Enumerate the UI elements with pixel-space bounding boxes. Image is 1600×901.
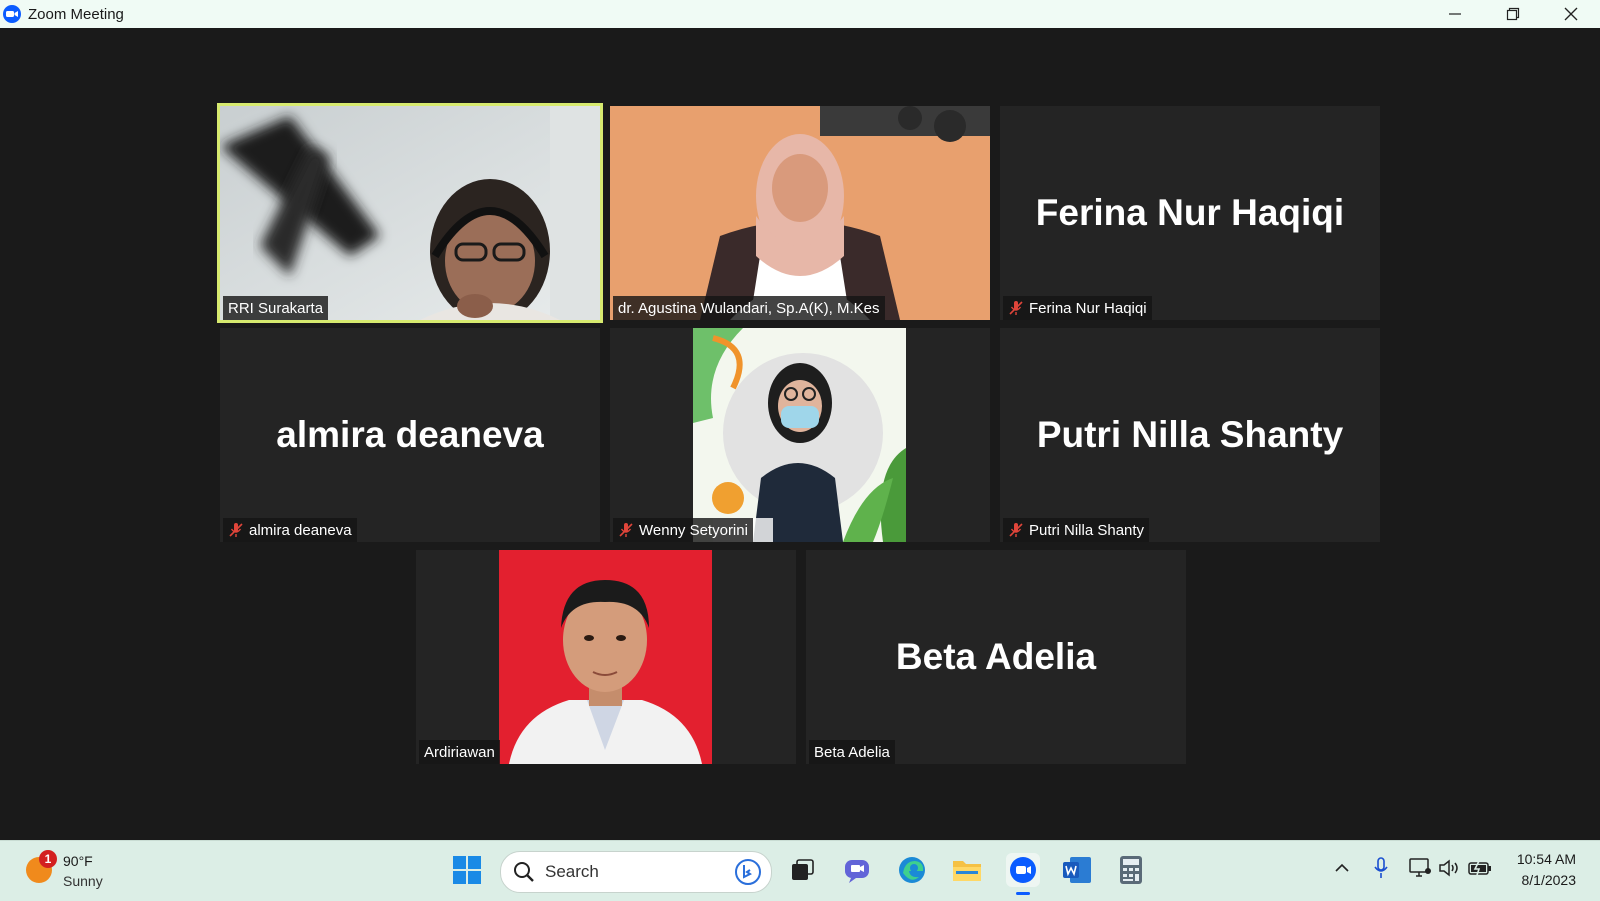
zoom-logo-icon	[3, 5, 21, 23]
participant-tile[interactable]: Ardiriawan	[416, 550, 796, 764]
task-view-button[interactable]	[785, 853, 819, 887]
battery-tray-button[interactable]	[1467, 855, 1493, 881]
zoom-icon	[1010, 857, 1036, 883]
clock-date: 8/1/2023	[1521, 872, 1577, 888]
participant-display-name: Ferina Nur Haqiqi	[1035, 192, 1345, 233]
participant-name: almira deaneva	[249, 521, 352, 539]
restore-icon	[1506, 7, 1520, 21]
search-icon	[514, 862, 534, 882]
mic-muted-icon	[619, 523, 633, 537]
participant-name: Beta Adelia	[814, 743, 890, 761]
participant-name: Putri Nilla Shanty	[1029, 521, 1145, 539]
microphone-icon	[1374, 857, 1388, 878]
zoom-taskbar-button[interactable]	[1006, 853, 1040, 895]
search-placeholder: Search	[545, 862, 599, 881]
network-tray-button[interactable]	[1407, 855, 1433, 881]
mic-muted-icon	[229, 523, 243, 537]
calculator-icon	[1120, 856, 1142, 884]
show-hidden-icons-button[interactable]	[1329, 855, 1355, 881]
gallery-view: RRI Surakarta dr. Agustina Wulandari, Sp…	[0, 28, 1600, 840]
edge-icon	[899, 857, 925, 883]
notification-badge: 1	[39, 850, 57, 868]
participant-tile[interactable]: RRI Surakarta	[220, 106, 600, 320]
mic-muted-icon	[1009, 523, 1023, 537]
participant-name-label: Wenny Setyorini	[613, 518, 753, 542]
system-clock[interactable]: 10:54 AM 8/1/2023	[1517, 849, 1576, 891]
file-explorer-icon	[953, 861, 981, 881]
participant-display-name: almira deaneva	[276, 414, 544, 455]
weather-widget[interactable]: 1 90°F Sunny	[24, 849, 134, 893]
participant-display-name: Putri Nilla Shanty	[1036, 414, 1344, 455]
word-icon	[1063, 857, 1091, 883]
participant-name-label: almira deaneva	[223, 518, 357, 542]
window-titlebar: Zoom Meeting	[0, 0, 1600, 28]
speaker-icon	[1439, 859, 1458, 877]
participant-name-label: RRI Surakarta	[223, 296, 329, 320]
word-button[interactable]	[1060, 853, 1094, 887]
participant-name-label: Putri Nilla Shanty	[1003, 518, 1150, 542]
participant-name-label: Ferina Nur Haqiqi	[1003, 296, 1152, 320]
profile-picture	[693, 328, 906, 542]
video-feed	[610, 106, 990, 320]
participant-name: Ardiriawan	[424, 743, 495, 761]
participant-name: dr. Agustina Wulandari, Sp.A(K), M.Kes	[618, 299, 880, 317]
participant-name-label: dr. Agustina Wulandari, Sp.A(K), M.Kes	[613, 296, 885, 320]
video-feed	[220, 106, 600, 320]
participant-tile[interactable]: almira deaneva almira deaneva	[220, 328, 600, 542]
chevron-up-icon	[1335, 863, 1349, 872]
close-icon	[1564, 7, 1578, 21]
windows-taskbar: 1 90°F Sunny Search 10:54 AM 8/1/2023	[0, 840, 1600, 901]
bing-icon[interactable]	[735, 859, 761, 885]
participant-name-label: Beta Adelia	[809, 740, 895, 764]
weather-condition: Sunny	[63, 873, 103, 889]
network-icon	[1409, 858, 1431, 877]
teams-chat-icon	[845, 860, 869, 883]
minimize-icon	[1449, 13, 1461, 15]
participant-name: RRI Surakarta	[228, 299, 324, 317]
weather-temperature: 90°F	[63, 853, 93, 869]
restore-button[interactable]	[1484, 0, 1542, 28]
mic-muted-icon	[1009, 301, 1023, 315]
participant-tile[interactable]: Beta Adelia Beta Adelia	[806, 550, 1186, 764]
battery-charging-icon	[1468, 860, 1491, 876]
edge-button[interactable]	[895, 853, 929, 887]
microphone-tray-button[interactable]	[1368, 855, 1394, 881]
participant-name: Ferina Nur Haqiqi	[1029, 299, 1147, 317]
participant-tile[interactable]: Wenny Setyorini	[610, 328, 990, 542]
window-title: Zoom Meeting	[28, 5, 124, 23]
volume-tray-button[interactable]	[1437, 855, 1463, 881]
profile-picture	[499, 550, 712, 764]
participant-tile[interactable]: Putri Nilla Shanty Putri Nilla Shanty	[1000, 328, 1380, 542]
participant-tile[interactable]: dr. Agustina Wulandari, Sp.A(K), M.Kes	[610, 106, 990, 320]
participant-tile[interactable]: Ferina Nur Haqiqi Ferina Nur Haqiqi	[1000, 106, 1380, 320]
windows-start-icon	[453, 856, 481, 884]
participant-name-label: Ardiriawan	[419, 740, 500, 764]
file-explorer-button[interactable]	[950, 853, 984, 887]
task-view-icon	[792, 859, 814, 880]
calculator-button[interactable]	[1114, 853, 1148, 887]
windows-start-button[interactable]	[450, 853, 484, 887]
active-app-indicator	[1016, 892, 1030, 895]
participant-name: Wenny Setyorini	[639, 521, 748, 539]
teams-chat-button[interactable]	[840, 853, 874, 887]
participant-display-name: Beta Adelia	[895, 636, 1097, 677]
minimize-button[interactable]	[1426, 0, 1484, 28]
taskbar-search-box[interactable]: Search	[500, 851, 772, 893]
close-button[interactable]	[1542, 0, 1600, 28]
clock-time: 10:54 AM	[1516, 851, 1576, 867]
